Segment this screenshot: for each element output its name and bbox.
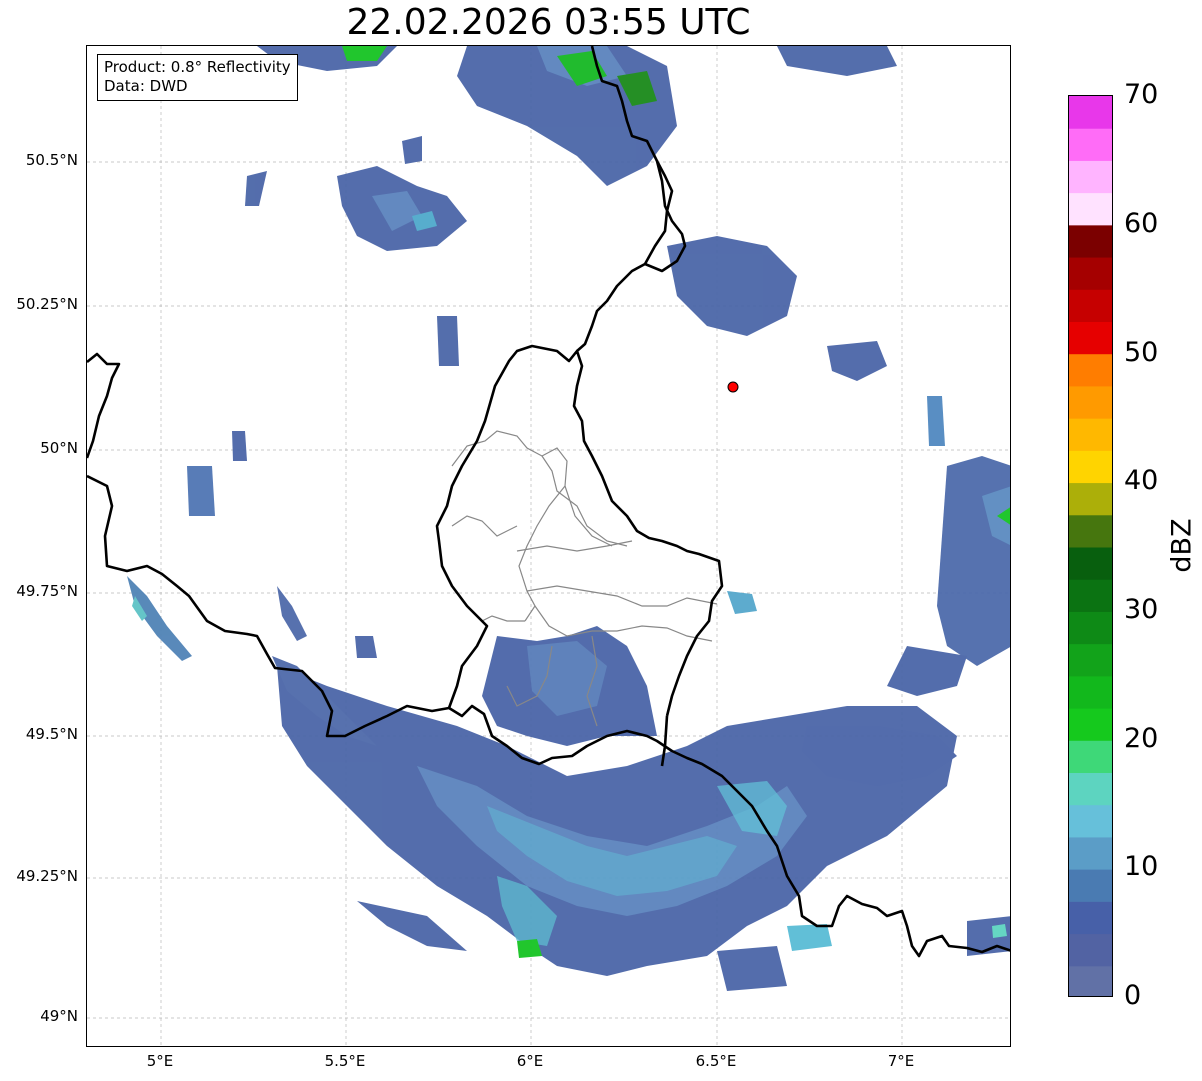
- lat-tick-label: 49.25°N: [16, 867, 78, 885]
- colorbar-segment: [1069, 643, 1112, 677]
- colorbar-segment: [1069, 192, 1112, 226]
- colorbar-segment: [1069, 708, 1112, 741]
- colorbar-segment: [1069, 482, 1112, 516]
- colorbar-tick-label: 50: [1124, 337, 1159, 368]
- product-label: Product: 0.8° Reflectivity: [104, 58, 291, 76]
- colorbar-segment: [1069, 675, 1112, 709]
- colorbar-segment: [1069, 901, 1112, 935]
- colorbar-segment: [1069, 965, 1112, 996]
- colorbar-tick-label: 40: [1124, 465, 1159, 496]
- map-title: 22.02.2026 03:55 UTC: [346, 2, 751, 43]
- colorbar-segment: [1069, 128, 1112, 161]
- data-source-label: Data: DWD: [104, 77, 188, 95]
- colorbar-segment: [1069, 353, 1112, 387]
- colorbar-segment: [1069, 933, 1112, 967]
- colorbar-segment: [1069, 869, 1112, 902]
- colorbar-segment: [1069, 418, 1112, 451]
- colorbar-segment: [1069, 385, 1112, 419]
- colorbar-tick-label: 30: [1124, 594, 1159, 625]
- colorbar-segment: [1069, 804, 1112, 838]
- colorbar-segment: [1069, 836, 1112, 870]
- colorbar-segment: [1069, 611, 1112, 645]
- colorbar-segment: [1069, 160, 1112, 194]
- colorbar-segment: [1069, 321, 1112, 355]
- lat-tick-label: 49°N: [40, 1007, 78, 1025]
- colorbar-segment: [1069, 547, 1112, 580]
- colorbar-segment: [1069, 579, 1112, 612]
- radar-echoes: [127, 46, 1010, 991]
- colorbar-segment: [1069, 289, 1112, 322]
- colorbar-segment: [1069, 740, 1112, 773]
- colorbar-tick-label: 70: [1124, 79, 1159, 110]
- colorbar-segment: [1069, 450, 1112, 484]
- lat-tick-label: 49.5°N: [25, 725, 78, 743]
- colorbar-segment: [1069, 514, 1112, 548]
- lat-tick-label: 50°N: [40, 439, 78, 457]
- lon-tick-label: 5.5°E: [324, 1052, 366, 1070]
- colorbar-segment: [1069, 224, 1112, 258]
- lat-tick-label: 50.5°N: [25, 151, 78, 169]
- lon-tick-label: 7°E: [887, 1052, 915, 1070]
- product-info-box: Product: 0.8° Reflectivity Data: DWD: [97, 54, 298, 101]
- colorbar-tick-label: 20: [1124, 723, 1159, 754]
- colorbar-tick-label: 10: [1124, 851, 1159, 882]
- radar-map[interactable]: [86, 45, 1011, 1047]
- lon-tick-label: 6.5°E: [695, 1052, 737, 1070]
- lat-tick-label: 49.75°N: [16, 582, 78, 600]
- colorbar: [1068, 95, 1113, 997]
- lon-tick-label: 5°E: [146, 1052, 174, 1070]
- colorbar-segment: [1069, 96, 1112, 129]
- colorbar-axis-label: dBZ: [1166, 518, 1198, 573]
- colorbar-segment: [1069, 772, 1112, 806]
- colorbar-segment: [1069, 257, 1112, 290]
- lat-tick-label: 50.25°N: [16, 295, 78, 313]
- lon-tick-label: 6°E: [516, 1052, 544, 1070]
- radar-site-marker: [727, 381, 739, 393]
- colorbar-tick-label: 0: [1124, 980, 1142, 1011]
- colorbar-tick-label: 60: [1124, 208, 1159, 239]
